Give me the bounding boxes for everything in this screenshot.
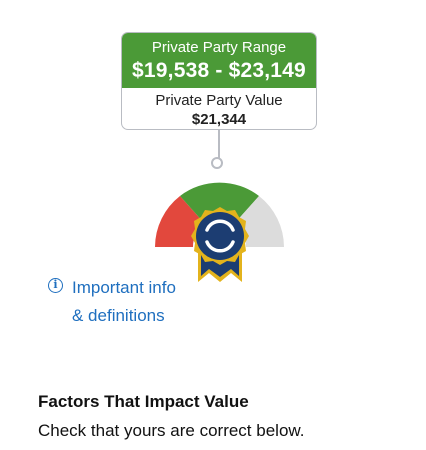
important-info-line2[interactable]: & definitions: [72, 302, 176, 330]
important-info-text[interactable]: Important info & definitions: [72, 274, 176, 330]
private-party-range-value: $19,538 - $23,149: [132, 59, 306, 82]
private-party-value-label: Private Party Value: [155, 92, 283, 109]
value-gauge: [155, 182, 284, 282]
ribbon-badge-icon: [191, 207, 249, 282]
private-party-range-label: Private Party Range: [151, 39, 287, 56]
gauge-connector-line: [218, 130, 220, 160]
private-party-range-header: Private Party Range $19,538 - $23,149: [122, 33, 316, 88]
private-party-value-section: Private Party Value $21,344: [122, 88, 316, 129]
important-info-line1[interactable]: Important info: [72, 274, 176, 302]
price-range-card: Private Party Range $19,538 - $23,149 Pr…: [121, 32, 317, 130]
factors-title: Factors That Impact Value: [38, 392, 249, 411]
info-icon: i: [48, 278, 63, 293]
factors-subtitle: Check that yours are correct below.: [38, 421, 305, 440]
private-party-value-amount: $21,344: [191, 111, 247, 128]
